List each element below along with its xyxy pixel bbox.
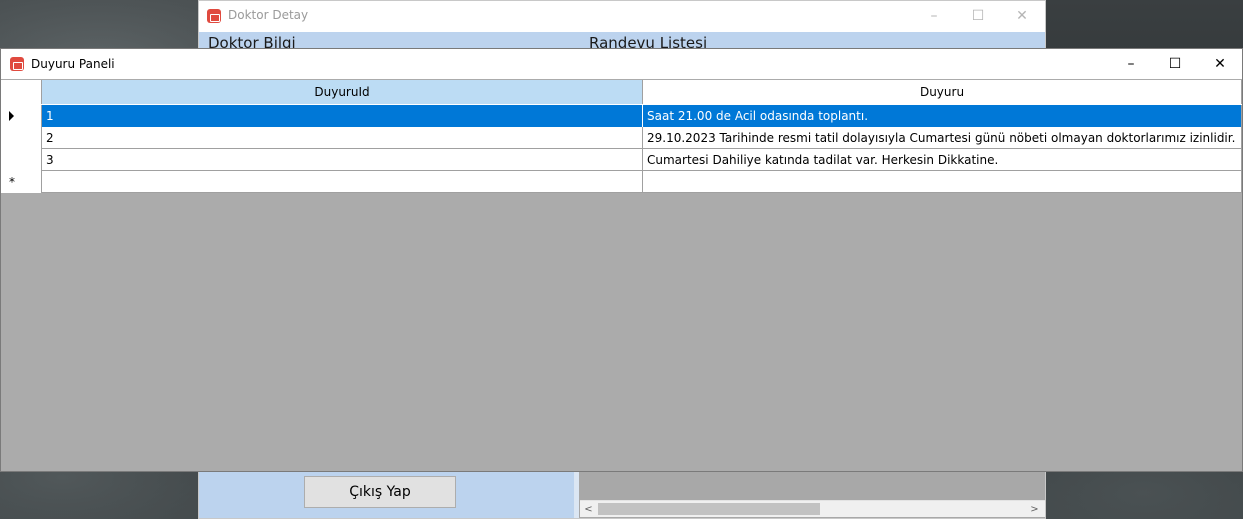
grid-header-row: DuyuruId Duyuru: [1, 80, 1242, 104]
new-row[interactable]: *: [1, 171, 1242, 193]
scroll-left-icon[interactable]: <: [580, 501, 597, 518]
scroll-right-icon[interactable]: >: [1026, 501, 1043, 518]
cell-duyuru[interactable]: Saat 21.00 de Acil odasında toplantı.: [643, 105, 1242, 127]
minimize-icon[interactable]: –: [1108, 53, 1154, 75]
cell-duyuruid[interactable]: 2: [42, 127, 643, 149]
grid-corner-cell[interactable]: [1, 80, 42, 104]
row-header[interactable]: [1, 149, 42, 171]
maximize-icon[interactable]: ☐: [955, 5, 1001, 27]
cell-duyuru[interactable]: [643, 171, 1242, 193]
medical-kit-icon: [207, 9, 221, 23]
scroll-thumb[interactable]: [598, 503, 820, 515]
exit-button[interactable]: Çıkış Yap: [304, 476, 456, 508]
medical-kit-icon: [10, 57, 24, 71]
table-row[interactable]: 3 Cumartesi Dahiliye katında tadilat var…: [1, 149, 1242, 171]
new-row-marker: *: [9, 175, 15, 189]
column-header-duyuruid[interactable]: DuyuruId: [42, 80, 643, 104]
minimize-icon[interactable]: –: [911, 5, 957, 27]
table-row[interactable]: 2 29.10.2023 Tarihinde resmi tatil dolay…: [1, 127, 1242, 149]
triangle-right-icon: [9, 111, 14, 121]
horizontal-scrollbar[interactable]: < >: [580, 500, 1045, 517]
duyuru-paneli-titlebar[interactable]: Duyuru Paneli – ☐ ✕: [1, 49, 1242, 79]
row-header[interactable]: [1, 105, 42, 127]
close-icon[interactable]: ✕: [1197, 53, 1243, 75]
cell-duyuru[interactable]: Cumartesi Dahiliye katında tadilat var. …: [643, 149, 1242, 171]
duyuru-paneli-window: Duyuru Paneli – ☐ ✕ DuyuruId Duyuru 1 Sa…: [0, 48, 1243, 472]
doktor-detay-titlebar[interactable]: Doktor Detay – ☐ ✕: [199, 1, 1045, 32]
cell-duyuruid[interactable]: 1: [42, 105, 643, 127]
row-header[interactable]: *: [1, 171, 42, 193]
close-icon[interactable]: ✕: [999, 5, 1045, 27]
cell-duyuru[interactable]: 29.10.2023 Tarihinde resmi tatil dolayıs…: [643, 127, 1242, 149]
maximize-icon[interactable]: ☐: [1152, 53, 1198, 75]
cell-duyuruid[interactable]: 3: [42, 149, 643, 171]
row-header[interactable]: [1, 127, 42, 149]
cell-duyuruid[interactable]: [42, 171, 643, 193]
duyuru-grid[interactable]: DuyuruId Duyuru 1 Saat 21.00 de Acil oda…: [1, 80, 1242, 193]
column-header-duyuru[interactable]: Duyuru: [643, 80, 1242, 104]
doktor-detay-title: Doktor Detay: [228, 8, 309, 22]
window-title: Duyuru Paneli: [31, 57, 115, 71]
table-row[interactable]: 1 Saat 21.00 de Acil odasında toplantı.: [1, 105, 1242, 127]
